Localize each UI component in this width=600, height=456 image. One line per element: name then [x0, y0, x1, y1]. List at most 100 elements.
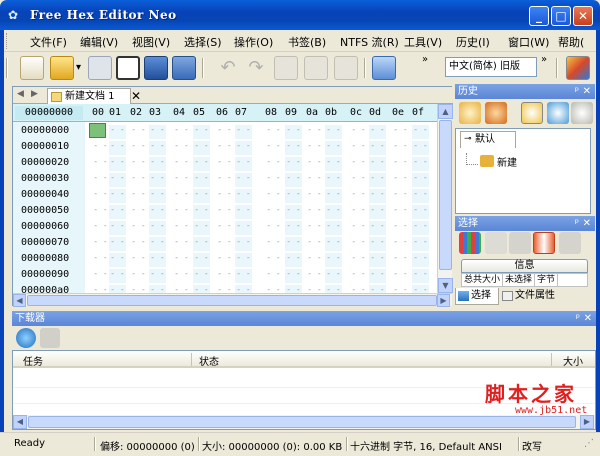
byte-cell[interactable]: - -: [392, 237, 409, 251]
byte-cell[interactable]: - -: [109, 157, 126, 171]
byte-cell[interactable]: - -: [325, 253, 342, 267]
new-file-icon[interactable]: [20, 56, 44, 80]
byte-cell[interactable]: - -: [350, 269, 367, 283]
downloads-horizontal-scrollbar[interactable]: ◀ ▶: [13, 415, 595, 429]
byte-cell[interactable]: - -: [130, 205, 147, 219]
byte-cell[interactable]: - -: [265, 189, 282, 203]
byte-cell[interactable]: - -: [285, 125, 302, 139]
byte-cell[interactable]: - -: [369, 157, 386, 171]
byte-cell[interactable]: - -: [285, 237, 302, 251]
byte-cell[interactable]: - -: [173, 221, 190, 235]
byte-cell[interactable]: - -: [265, 237, 282, 251]
open-dropdown-icon[interactable]: ▾: [76, 62, 81, 73]
toolbar-overflow-icon[interactable]: »: [422, 54, 428, 65]
byte-cell[interactable]: - -: [109, 173, 126, 187]
history-back-icon[interactable]: [459, 102, 481, 124]
byte-cell[interactable]: - -: [173, 157, 190, 171]
byte-cell[interactable]: - -: [306, 269, 323, 283]
hex-editor[interactable]: ◀ ▶ 新建文档 1 ✕ 00000000 00 01 02 03 04 05 …: [12, 86, 453, 307]
byte-cell[interactable]: - -: [235, 173, 252, 187]
menu-history[interactable]: 历史(I): [456, 34, 490, 50]
byte-cell[interactable]: - -: [149, 141, 166, 155]
select-range-icon[interactable]: [533, 232, 555, 254]
hex-byte-grid[interactable]: - -- -- -- -- -- -- -- -- -- -- -- -- --…: [85, 122, 437, 294]
color-palette-icon[interactable]: [566, 56, 590, 80]
byte-cell[interactable]: - -: [149, 189, 166, 203]
menu-edit[interactable]: 编辑(V): [80, 34, 118, 50]
scroll-thumb[interactable]: [28, 416, 576, 428]
menu-file[interactable]: 文件(F): [30, 34, 67, 50]
byte-cell[interactable]: - -: [149, 157, 166, 171]
history-clear-icon[interactable]: [571, 102, 593, 124]
byte-cursor[interactable]: [89, 123, 106, 138]
byte-cell[interactable]: - -: [369, 125, 386, 139]
resize-grip-icon[interactable]: ⋰: [584, 438, 594, 449]
byte-cell[interactable]: - -: [92, 173, 109, 187]
save-all-icon[interactable]: [144, 56, 168, 80]
byte-cell[interactable]: - -: [306, 157, 323, 171]
scroll-right-icon[interactable]: ▶: [437, 294, 450, 307]
byte-cell[interactable]: - -: [392, 125, 409, 139]
byte-cell[interactable]: - -: [130, 237, 147, 251]
byte-cell[interactable]: - -: [173, 141, 190, 155]
byte-cell[interactable]: - -: [235, 189, 252, 203]
byte-cell[interactable]: - -: [265, 141, 282, 155]
byte-cell[interactable]: - -: [149, 237, 166, 251]
byte-cell[interactable]: - -: [369, 189, 386, 203]
toolbar-grip[interactable]: [6, 58, 8, 78]
byte-cell[interactable]: - -: [265, 157, 282, 171]
byte-cell[interactable]: - -: [265, 221, 282, 235]
byte-cell[interactable]: - -: [130, 173, 147, 187]
scroll-left-icon[interactable]: ◀: [13, 415, 27, 429]
byte-cell[interactable]: - -: [109, 125, 126, 139]
paste-icon[interactable]: [334, 56, 358, 80]
byte-cell[interactable]: - -: [325, 205, 342, 219]
byte-cell[interactable]: - -: [369, 205, 386, 219]
byte-cell[interactable]: - -: [325, 189, 342, 203]
byte-cell[interactable]: - -: [412, 205, 429, 219]
scroll-up-icon[interactable]: ▲: [438, 104, 453, 119]
byte-cell[interactable]: - -: [92, 221, 109, 235]
byte-cell[interactable]: - -: [109, 253, 126, 267]
maximize-button[interactable]: □: [551, 6, 571, 26]
save-as-icon[interactable]: [116, 56, 140, 80]
close-tab-icon[interactable]: ✕: [131, 89, 141, 103]
byte-cell[interactable]: - -: [173, 205, 190, 219]
byte-cell[interactable]: - -: [216, 189, 233, 203]
byte-cell[interactable]: - -: [285, 173, 302, 187]
tab-scroll-right-icon[interactable]: ▶: [31, 89, 38, 99]
byte-cell[interactable]: - -: [306, 125, 323, 139]
save-icon[interactable]: [88, 56, 112, 80]
byte-cell[interactable]: - -: [216, 269, 233, 283]
byte-cell[interactable]: - -: [285, 221, 302, 235]
byte-cell[interactable]: - -: [193, 173, 210, 187]
minimize-button[interactable]: _: [529, 6, 549, 26]
byte-cell[interactable]: - -: [392, 221, 409, 235]
byte-cell[interactable]: - -: [235, 125, 252, 139]
byte-cell[interactable]: - -: [325, 157, 342, 171]
history-tree[interactable]: ⊸ 默认 新建: [455, 128, 591, 214]
menu-bookmarks[interactable]: 书签(B): [288, 34, 326, 50]
byte-cell[interactable]: - -: [193, 269, 210, 283]
toolbar-grip[interactable]: [556, 58, 558, 78]
byte-cell[interactable]: - -: [92, 205, 109, 219]
byte-cell[interactable]: - -: [392, 157, 409, 171]
byte-cell[interactable]: - -: [265, 205, 282, 219]
byte-cell[interactable]: - -: [149, 221, 166, 235]
byte-cell[interactable]: - -: [193, 141, 210, 155]
byte-cell[interactable]: - -: [173, 189, 190, 203]
scroll-down-icon[interactable]: ▼: [438, 278, 453, 293]
byte-cell[interactable]: - -: [130, 221, 147, 235]
byte-cell[interactable]: - -: [369, 253, 386, 267]
byte-cell[interactable]: - -: [325, 173, 342, 187]
info-column-bytes[interactable]: 字节: [535, 274, 559, 286]
byte-cell[interactable]: - -: [285, 141, 302, 155]
history-options-icon[interactable]: [485, 102, 507, 124]
byte-cell[interactable]: - -: [193, 125, 210, 139]
byte-cell[interactable]: - -: [325, 141, 342, 155]
export-icon[interactable]: [372, 56, 396, 80]
byte-cell[interactable]: - -: [235, 237, 252, 251]
menu-window[interactable]: 窗口(W): [508, 34, 549, 50]
byte-cell[interactable]: - -: [216, 173, 233, 187]
byte-cell[interactable]: - -: [92, 141, 109, 155]
